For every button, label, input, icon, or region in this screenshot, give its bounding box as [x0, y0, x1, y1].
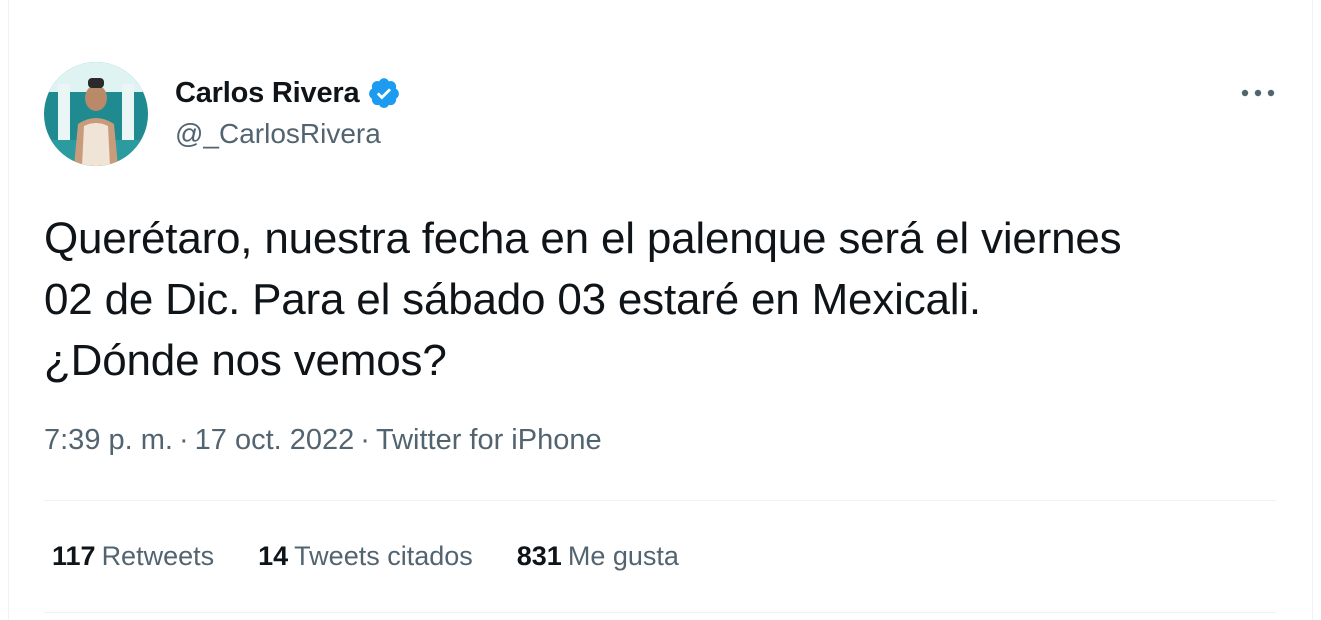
author-name-row[interactable]: Carlos Rivera	[175, 74, 401, 112]
quote-tweets-count: 14	[258, 541, 289, 571]
tweet-text-line: Querétaro, nuestra fecha en el palenque …	[44, 214, 1122, 263]
more-icon	[1241, 89, 1275, 97]
tweet-date[interactable]: 17 oct. 2022	[195, 424, 355, 456]
retweets-count: 117	[52, 541, 96, 571]
more-button[interactable]	[1230, 78, 1286, 108]
tweet-stats: 117 Retweets 14 Tweets citados 831 Me gusta	[52, 541, 679, 572]
likes-stat[interactable]: 831 Me gusta	[517, 541, 679, 572]
display-name[interactable]: Carlos Rivera	[175, 77, 360, 110]
meta-separator: ·	[178, 424, 189, 456]
tweet-meta: 7:39 p. m. · 17 oct. 2022 · Twitter for iPho…	[44, 424, 602, 457]
tweet-text-line: ¿Dónde nos vemos?	[44, 336, 447, 385]
divider	[44, 612, 1276, 613]
verified-badge-icon	[369, 78, 400, 108]
tweet-time[interactable]: 7:39 p. m.	[44, 424, 173, 456]
quote-tweets-stat[interactable]: 14 Tweets citados	[258, 541, 473, 572]
avatar-image	[44, 62, 148, 166]
retweets-stat[interactable]: 117 Retweets	[52, 541, 214, 572]
likes-label: Me gusta	[567, 541, 679, 571]
tweet-source[interactable]: Twitter for iPhone	[376, 424, 602, 456]
tweet-text: Querétaro, nuestra fecha en el palenque …	[44, 208, 1294, 391]
meta-separator: ·	[360, 424, 370, 456]
author-handle[interactable]: @_CarlosRivera	[175, 118, 381, 150]
quote-tweets-label: Tweets citados	[294, 541, 473, 571]
avatar[interactable]	[44, 62, 148, 166]
likes-count: 831	[516, 541, 562, 571]
divider	[44, 500, 1276, 501]
retweets-label: Retweets	[101, 541, 215, 571]
tweet-text-line: 02 de Dic. Para el sábado 03 estaré en M…	[44, 275, 981, 324]
